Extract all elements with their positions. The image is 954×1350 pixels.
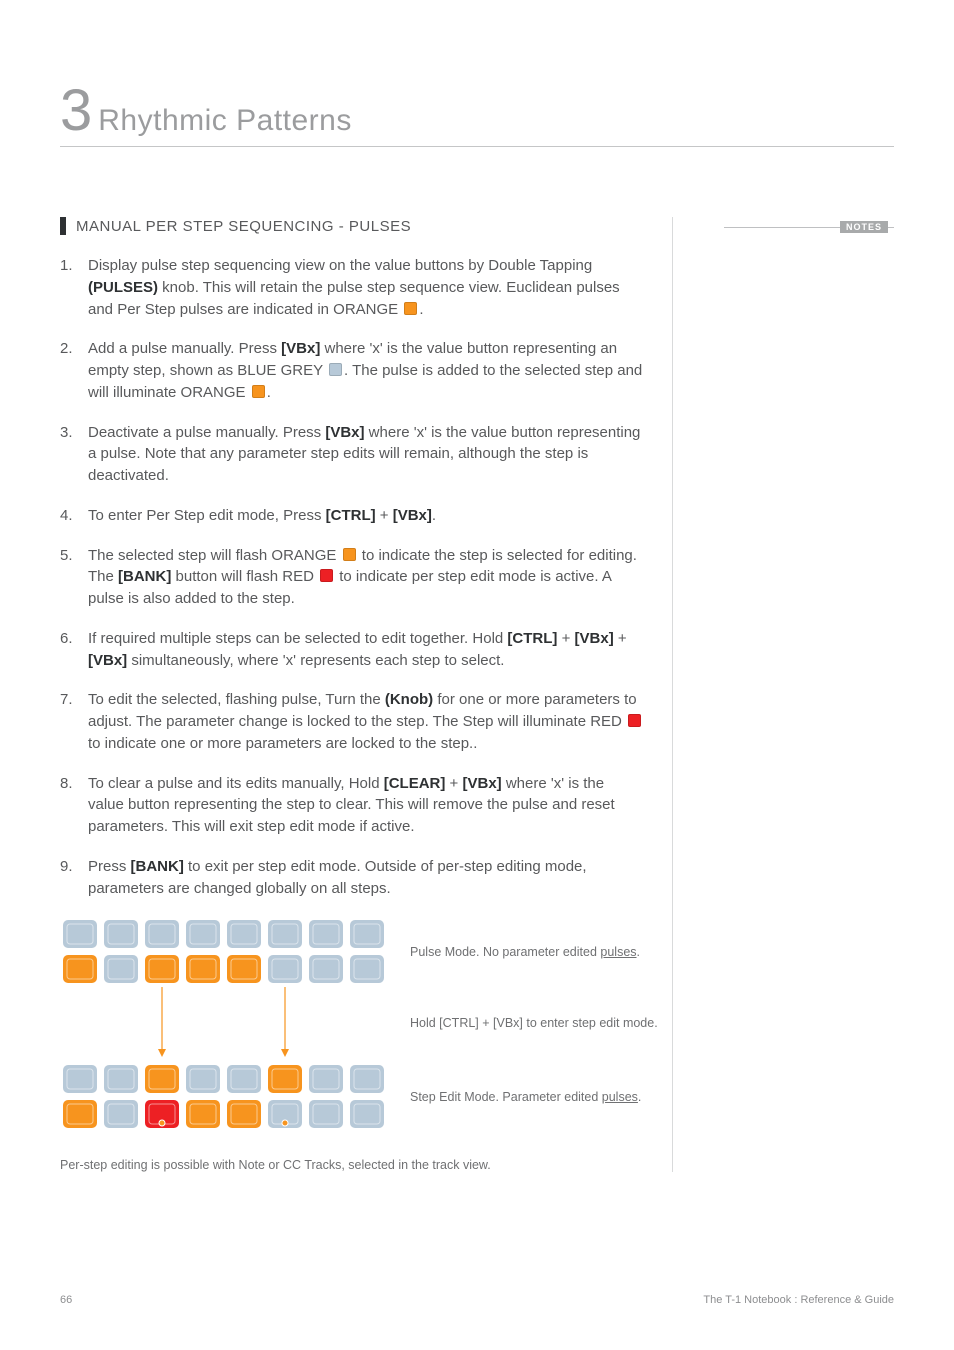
step-2: Add a pulse manually. Press [VBx] where … xyxy=(60,338,644,403)
step-6: If required multiple steps can be select… xyxy=(60,628,644,672)
swatch-orange-icon xyxy=(343,548,356,561)
keyword-pulses: (PULSES) xyxy=(88,279,158,296)
notes-label: NOTES xyxy=(724,221,894,233)
subheading-bar-icon xyxy=(60,217,66,235)
step-4: To enter Per Step edit mode, Press [CTRL… xyxy=(60,505,644,527)
content-columns: MANUAL PER STEP SEQUENCING - PULSES Disp… xyxy=(60,217,894,1172)
keyword-bank: [BANK] xyxy=(118,568,171,585)
chapter-header: 3 Rhythmic Patterns xyxy=(60,82,894,147)
step-indicator-dot-icon xyxy=(282,1120,288,1126)
step-3: Deactivate a pulse manually. Press [VBx]… xyxy=(60,422,644,487)
swatch-orange-icon xyxy=(252,385,265,398)
keyword-ctrl: [CTRL] xyxy=(507,630,557,647)
notes-text: NOTES xyxy=(840,221,888,233)
swatch-bluegrey-icon xyxy=(329,363,342,376)
step-indicator-dot-icon xyxy=(159,1120,165,1126)
notes-rule-icon xyxy=(888,227,894,228)
button-grid-bottom xyxy=(60,1062,392,1132)
diagram-mid-label: Hold [CTRL] + [VBx] to enter step edit m… xyxy=(410,1016,658,1030)
keyword-vbx: [VBx] xyxy=(88,652,127,669)
diagram-footnote: Per-step editing is possible with Note o… xyxy=(60,1158,644,1172)
steps-list: Display pulse step sequencing view on th… xyxy=(60,255,644,899)
diagram-bottom-pair: Step Edit Mode. Parameter edited pulses. xyxy=(60,1062,644,1132)
keyword-vbx: [VBx] xyxy=(281,340,320,357)
keyword-knob: (Knob) xyxy=(385,691,433,708)
chapter-title: Rhythmic Patterns xyxy=(98,104,352,138)
keyword-clear: [CLEAR] xyxy=(384,775,446,792)
keyword-bank: [BANK] xyxy=(131,858,184,875)
section-subheading: MANUAL PER STEP SEQUENCING - PULSES xyxy=(60,217,644,235)
diagram-arrows: Hold [CTRL] + [VBx] to enter step edit m… xyxy=(60,987,672,1057)
notes-column: NOTES xyxy=(672,217,894,1172)
step-9: Press [BANK] to exit per step edit mode.… xyxy=(60,856,644,900)
subheading-text: MANUAL PER STEP SEQUENCING - PULSES xyxy=(76,218,411,235)
keyword-vbx: [VBx] xyxy=(393,507,432,524)
step-8: To clear a pulse and its edits manually,… xyxy=(60,773,644,838)
step-1: Display pulse step sequencing view on th… xyxy=(60,255,644,320)
swatch-orange-icon xyxy=(404,302,417,315)
page-footer: 66 The T-1 Notebook : Reference & Guide xyxy=(60,1294,894,1306)
doc-title: The T-1 Notebook : Reference & Guide xyxy=(703,1294,894,1306)
keyword-ctrl: [CTRL] xyxy=(326,507,376,524)
page: 3 Rhythmic Patterns MANUAL PER STEP SEQU… xyxy=(0,0,954,1350)
button-grid-top xyxy=(60,917,392,987)
notes-rule-icon xyxy=(724,227,844,228)
keyword-vbx: [VBx] xyxy=(325,424,364,441)
diagram-top-label: Pulse Mode. No parameter edited pulses. xyxy=(410,944,640,961)
main-column: MANUAL PER STEP SEQUENCING - PULSES Disp… xyxy=(60,217,672,1172)
page-number: 66 xyxy=(60,1294,72,1306)
keyword-vbx: [VBx] xyxy=(462,775,501,792)
step-5: The selected step will flash ORANGE to i… xyxy=(60,545,644,610)
diagram: Pulse Mode. No parameter edited pulses. … xyxy=(60,917,644,1172)
step-7: To edit the selected, flashing pulse, Tu… xyxy=(60,689,644,754)
chapter-number: 3 xyxy=(60,82,92,140)
swatch-red-icon xyxy=(320,569,333,582)
diagram-bottom-label: Step Edit Mode. Parameter edited pulses. xyxy=(410,1089,641,1106)
swatch-red-icon xyxy=(628,714,641,727)
diagram-top-pair: Pulse Mode. No parameter edited pulses. xyxy=(60,917,644,987)
keyword-vbx: [VBx] xyxy=(575,630,614,647)
